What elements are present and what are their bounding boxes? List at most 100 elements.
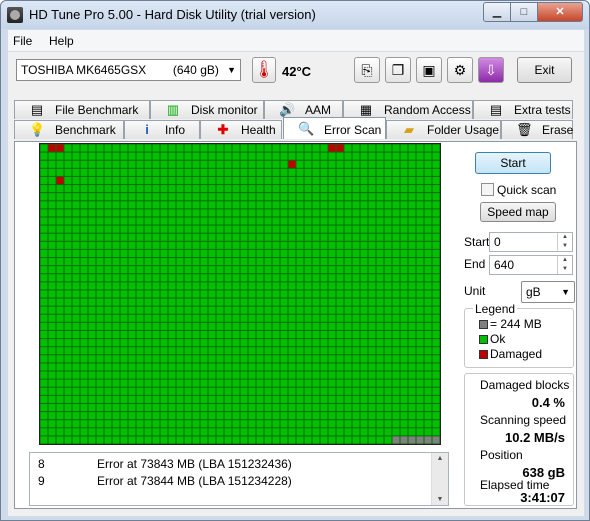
scan-block-ok bbox=[128, 233, 136, 241]
download-button[interactable]: ⇩ bbox=[478, 57, 504, 83]
scan-block-ok bbox=[344, 282, 352, 290]
scan-block-ok bbox=[400, 363, 408, 371]
scan-block-ok bbox=[200, 403, 208, 412]
spin-arrows-icon[interactable]: ▲ ▼ bbox=[557, 233, 572, 251]
scan-block-ok bbox=[352, 152, 360, 160]
tab-disk-monitor[interactable]: ▥ Disk monitor bbox=[150, 100, 264, 119]
scan-block-ok bbox=[288, 266, 296, 274]
scan-block-ok bbox=[208, 298, 216, 306]
menu-help[interactable]: Help bbox=[49, 34, 74, 48]
close-button[interactable]: ✕ bbox=[537, 2, 583, 22]
scan-block-ok bbox=[72, 282, 80, 290]
scan-block-ok bbox=[264, 339, 272, 347]
scan-block-ok bbox=[336, 152, 344, 160]
scan-block-ok bbox=[256, 306, 264, 314]
scan-block-ok bbox=[208, 168, 216, 176]
scan-block-ok bbox=[232, 144, 240, 152]
drive-select[interactable]: TOSHIBA MK6465GSX (640 gB) ▼ bbox=[16, 59, 241, 81]
scan-block-ok bbox=[176, 420, 184, 428]
scan-block-ok bbox=[344, 160, 352, 168]
tab-erase[interactable]: 🗑 Erase bbox=[501, 120, 573, 139]
copy-screenshot-button[interactable]: ❐ bbox=[385, 57, 411, 83]
scan-block-ok bbox=[336, 193, 344, 201]
scan-block-ok bbox=[296, 217, 304, 225]
scan-block-ok bbox=[128, 266, 136, 274]
tab-extra-tests[interactable]: ▤ Extra tests bbox=[473, 100, 573, 119]
scan-block-ok bbox=[304, 387, 312, 395]
tab-folder-usage[interactable]: ▰ Folder Usage bbox=[386, 120, 501, 139]
scan-block-ok bbox=[232, 395, 240, 403]
tab-health[interactable]: ✚ Health bbox=[200, 120, 282, 139]
quick-scan-checkbox[interactable] bbox=[481, 183, 494, 197]
scan-block-ok bbox=[424, 152, 432, 160]
scan-block-ok bbox=[56, 290, 64, 298]
ok-swatch-icon bbox=[479, 335, 488, 344]
scan-block-ok bbox=[224, 144, 232, 152]
scan-block-ok bbox=[112, 160, 120, 168]
scan-block-ok bbox=[344, 201, 352, 209]
scroll-up-icon[interactable]: ▲ bbox=[432, 455, 448, 462]
tab-info[interactable]: i Info bbox=[124, 120, 200, 139]
error-list[interactable]: 8 Error at 73843 MB (LBA 151232436) 9 Er… bbox=[29, 452, 449, 506]
scan-block-ok bbox=[136, 274, 144, 282]
scan-block-ok bbox=[304, 436, 312, 444]
scan-block-ok bbox=[104, 387, 112, 395]
scan-block-ok bbox=[184, 209, 192, 217]
scan-block-ok bbox=[296, 249, 304, 258]
scan-block-ok bbox=[280, 306, 288, 314]
scan-block-ok bbox=[104, 355, 112, 363]
scan-block-ok bbox=[264, 363, 272, 371]
scan-block-ok bbox=[280, 258, 288, 266]
end-spinbox[interactable]: 640 ▲ ▼ bbox=[489, 255, 573, 275]
scan-block-ok bbox=[328, 355, 336, 363]
exit-button[interactable]: Exit bbox=[517, 57, 572, 83]
scan-block-ok bbox=[264, 412, 272, 420]
scan-block-ok bbox=[288, 379, 296, 387]
scan-block-ok bbox=[248, 290, 256, 298]
scan-block-ok bbox=[128, 436, 136, 444]
scan-block-ok bbox=[120, 322, 128, 330]
scan-block-ok bbox=[408, 403, 416, 412]
tab-file-benchmark[interactable]: ▤ File Benchmark bbox=[14, 100, 150, 119]
scan-block-ok bbox=[128, 152, 136, 160]
maximize-button[interactable]: □ bbox=[510, 2, 538, 22]
scan-block-ok bbox=[296, 306, 304, 314]
scan-block-ok bbox=[240, 201, 248, 209]
start-button[interactable]: Start bbox=[475, 152, 551, 174]
scan-block-ok bbox=[328, 347, 336, 355]
error-list-scrollbar[interactable]: ▲ ▼ bbox=[431, 453, 448, 505]
scan-block-ok bbox=[40, 274, 48, 282]
scan-block-ok bbox=[296, 355, 304, 363]
scan-block-ok bbox=[264, 379, 272, 387]
options-button[interactable]: ⚙ bbox=[447, 57, 473, 83]
title-bar[interactable]: HD Tune Pro 5.00 - Hard Disk Utility (tr… bbox=[1, 1, 589, 29]
quick-scan-row[interactable]: Quick scan bbox=[481, 182, 556, 197]
tab-benchmark[interactable]: 💡 Benchmark bbox=[14, 120, 124, 139]
copy-info-button[interactable]: ⎘ bbox=[354, 57, 380, 83]
scan-block-ok bbox=[96, 201, 104, 209]
minimize-button[interactable]: ▁ bbox=[483, 2, 511, 22]
scan-block-ok bbox=[72, 160, 80, 168]
scan-block-ok bbox=[376, 339, 384, 347]
scan-block-ok bbox=[200, 176, 208, 185]
scan-block-ok bbox=[160, 379, 168, 387]
scan-block-ok bbox=[304, 379, 312, 387]
unit-select[interactable]: gB ▼ bbox=[521, 281, 575, 303]
scan-block-ok bbox=[400, 144, 408, 152]
scan-block-ok bbox=[240, 379, 248, 387]
scan-block-ok bbox=[264, 168, 272, 176]
scan-block-ok bbox=[352, 290, 360, 298]
save-button[interactable]: ▣ bbox=[416, 57, 442, 83]
scan-block-ok bbox=[320, 314, 328, 322]
spin-arrows-icon[interactable]: ▲ ▼ bbox=[557, 256, 572, 274]
menu-file[interactable]: File bbox=[13, 34, 32, 48]
start-spinbox[interactable]: 0 ▲ ▼ bbox=[489, 232, 573, 252]
scan-block-ok bbox=[336, 258, 344, 266]
scan-block-ok bbox=[352, 168, 360, 176]
speed-map-button[interactable]: Speed map bbox=[480, 202, 556, 222]
scan-block-ok bbox=[160, 371, 168, 379]
scroll-down-icon[interactable]: ▼ bbox=[432, 496, 448, 503]
scan-block-ok bbox=[64, 160, 72, 168]
scan-block-ok bbox=[240, 363, 248, 371]
tab-error-scan[interactable]: 🔍 Error Scan bbox=[283, 117, 386, 139]
